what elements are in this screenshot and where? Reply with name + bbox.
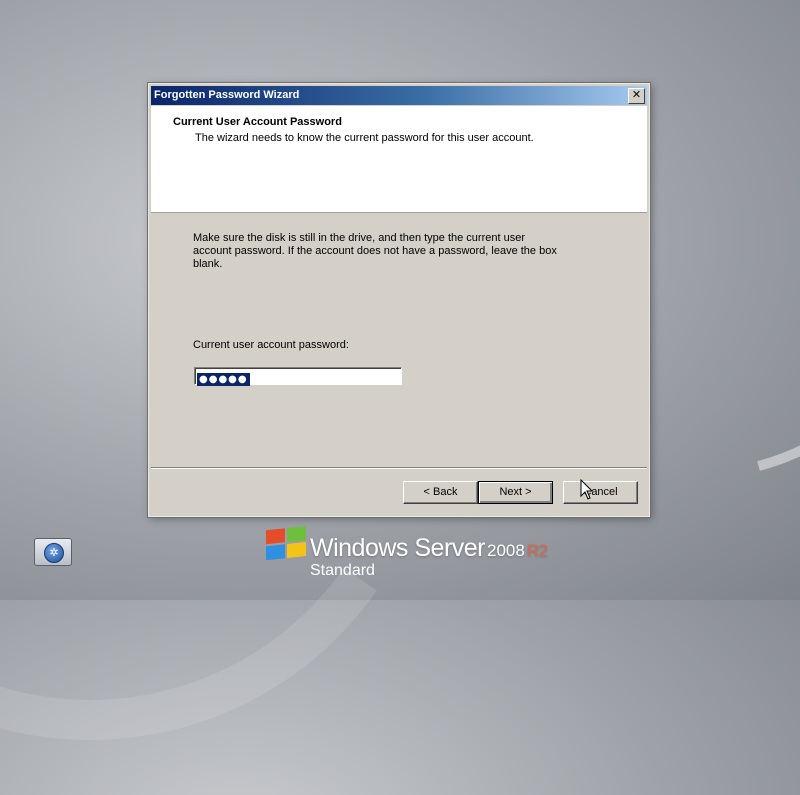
brand-release: R2	[526, 541, 548, 560]
brand-name: Windows Server 2008 R2	[310, 534, 548, 563]
wizard-header: Current User Account Password The wizard…	[151, 106, 647, 213]
close-icon: ✕	[631, 88, 642, 101]
brand-version: 2008	[487, 541, 525, 560]
back-button[interactable]: < Back	[403, 481, 478, 504]
password-label: Current user account password:	[193, 339, 349, 351]
password-masked-value: ●●●●●	[197, 373, 250, 386]
page-title: Current User Account Password	[173, 116, 342, 128]
brand-product: Windows Server	[310, 534, 486, 562]
instructions-text: Make sure the disk is still in the drive…	[193, 232, 557, 270]
close-button[interactable]: ✕	[628, 88, 645, 104]
accessibility-icon: ✲	[44, 543, 64, 563]
password-field[interactable]: ●●●●●	[194, 367, 402, 386]
page-subtitle: The wizard needs to know the current pas…	[195, 132, 534, 144]
footer-divider	[151, 467, 647, 469]
next-button[interactable]: Next >	[478, 481, 553, 504]
title-bar[interactable]: Forgotten Password Wizard ✕	[151, 86, 647, 105]
ease-of-access-button[interactable]: ✲	[34, 538, 72, 566]
forgotten-password-wizard-dialog: Forgotten Password Wizard ✕ Current User…	[148, 83, 650, 517]
cancel-button[interactable]: Cancel	[563, 481, 638, 504]
brand-edition: Standard	[310, 562, 375, 579]
windows-flag-icon	[266, 526, 308, 562]
window-title: Forgotten Password Wizard	[154, 89, 300, 101]
